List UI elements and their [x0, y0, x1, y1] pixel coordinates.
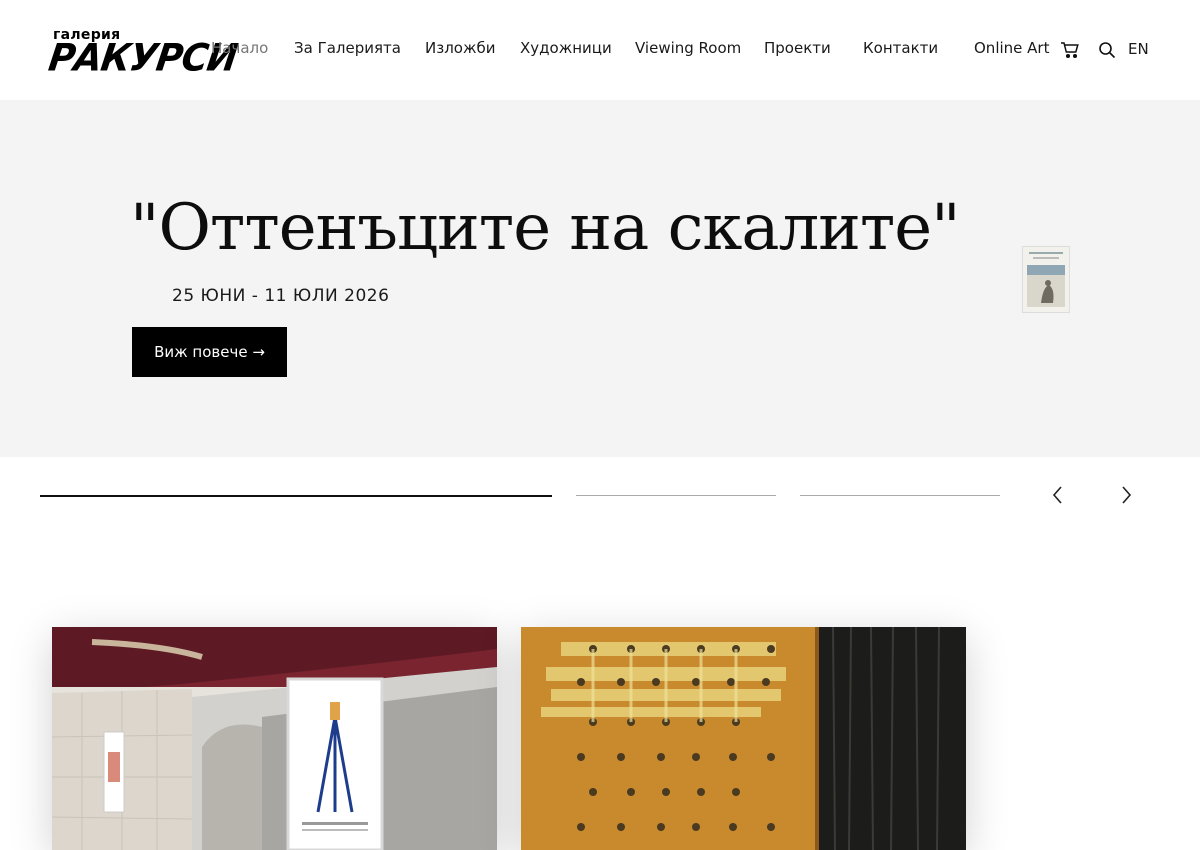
- see-more-button[interactable]: Виж повече →: [132, 327, 287, 377]
- exhibition-card[interactable]: [52, 627, 497, 850]
- nav-item-contacts[interactable]: Контакти: [863, 39, 938, 57]
- site-header: галерия РАКУРСИ Начало За Галерията Изло…: [0, 0, 1200, 100]
- slide-progress-bar[interactable]: [40, 495, 552, 497]
- nav-item-viewing-room[interactable]: Viewing Room: [635, 39, 741, 57]
- abstract-painting-image: [521, 627, 966, 850]
- nav-item-online-art[interactable]: Online Art: [974, 39, 1049, 57]
- nav-item-artists[interactable]: Художници: [520, 39, 612, 57]
- nav-item-home[interactable]: Начало: [211, 39, 268, 57]
- cart-icon[interactable]: [1060, 40, 1080, 64]
- chevron-right-icon[interactable]: [1114, 483, 1138, 507]
- hero-date: 25 ЮНИ - 11 ЮЛИ 2026: [172, 286, 390, 306]
- slide-progress-bar[interactable]: [576, 495, 776, 496]
- search-icon[interactable]: [1098, 41, 1116, 63]
- gallery-interior-image: [52, 627, 497, 850]
- slide-progress-bar[interactable]: [800, 495, 1000, 496]
- language-switch[interactable]: EN: [1128, 40, 1149, 58]
- hero-slider: "Оттенъците на скалите" 25 ЮНИ - 11 ЮЛИ …: [0, 100, 1200, 457]
- nav-item-about[interactable]: За Галерията: [294, 39, 401, 57]
- exhibition-card[interactable]: [521, 627, 966, 850]
- gallery-logo[interactable]: галерия РАКУРСИ: [46, 27, 239, 80]
- chevron-left-icon[interactable]: [1046, 483, 1070, 507]
- exhibition-poster-thumbnail[interactable]: [1022, 246, 1070, 313]
- nav-item-projects[interactable]: Проекти: [764, 39, 831, 57]
- hero-title: "Оттенъците на скалите": [130, 191, 961, 265]
- nav-item-exhibitions[interactable]: Изложби: [425, 39, 495, 57]
